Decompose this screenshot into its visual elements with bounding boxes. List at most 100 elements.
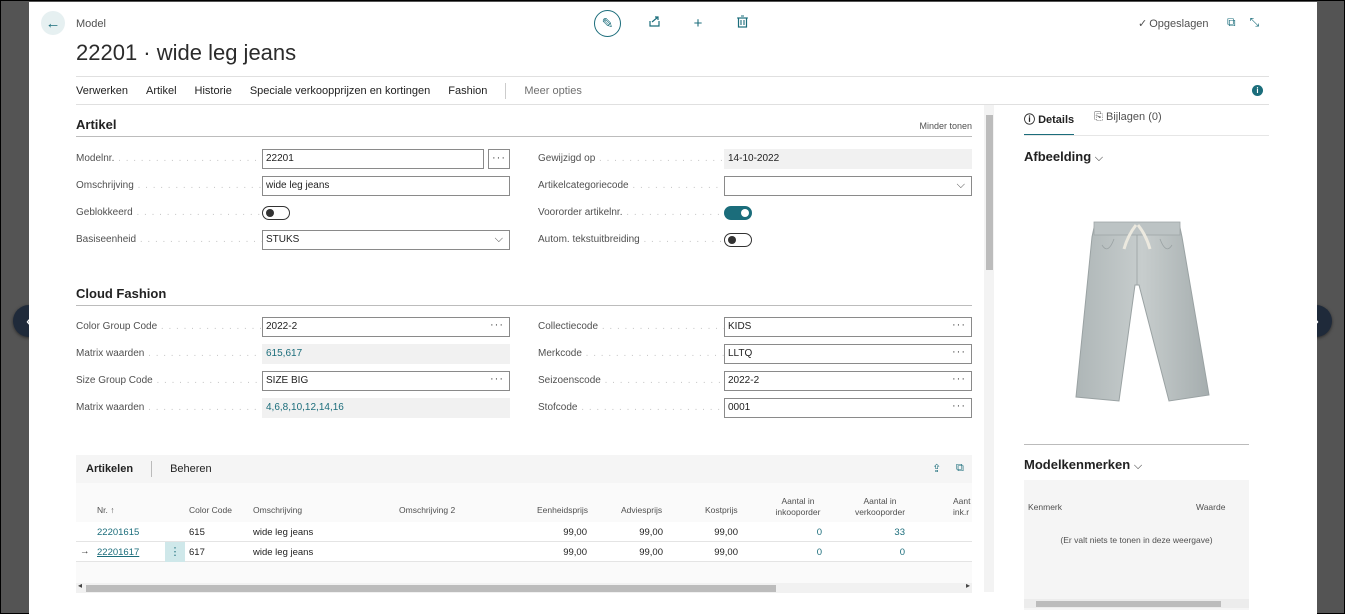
lookup-icon[interactable]: ··· [952,400,966,412]
table-row[interactable]: 22201615 615 wide leg jeans 99,00 99,00 … [76,522,972,542]
saved-label: Opgeslagen [1149,18,1209,30]
action-verwerken[interactable]: Verwerken [76,85,128,97]
lookup-icon[interactable]: ··· [952,373,966,385]
matrix1-value[interactable]: 615,617 [262,344,510,364]
open-full-icon[interactable]: ⧉ [956,462,964,475]
col-eenheidsprijs[interactable]: Eenheidsprijs [537,505,588,516]
back-button[interactable]: ← [41,11,65,35]
size-group-input[interactable]: SIZE BIG ··· [262,371,510,391]
autom-toggle[interactable] [724,233,752,247]
tab-details[interactable]: ⓘ Details [1024,111,1075,136]
artikelcategorie-label: Artikelcategoriecode [538,180,724,191]
scrollbar-thumb[interactable] [986,115,993,270]
cell-verkoop[interactable]: 33 [879,527,905,538]
scrollbar-thumb[interactable] [1036,601,1221,607]
seizoen-label: Seizoenscode [538,375,724,386]
col-aantal-inkooporder[interactable]: Aantal in inkooporder [774,496,822,518]
modelnr-input[interactable]: 22201 [262,149,484,169]
matrix2-value[interactable]: 4,6,8,10,12,14,16 [262,398,510,418]
action-speciale-prijzen[interactable]: Speciale verkoopprijzen en kortingen [250,85,430,97]
col-verkoop-line2: verkooporder [854,507,906,517]
tab-attachments[interactable]: ⎘ Bijlagen (0) [1094,111,1162,136]
cell-eenheidsprijs: 99,00 [563,527,587,538]
cell-inkoop[interactable]: 0 [796,527,822,538]
collectie-input[interactable]: KIDS ··· [724,317,972,337]
tabs-divider [1024,135,1269,136]
lookup-icon[interactable]: ··· [952,346,966,358]
col-adviesprijs[interactable]: Adviesprijs [621,505,662,516]
open-new-window-icon[interactable]: ⧉ [1227,15,1236,30]
col-aantal-ink[interactable]: Aant ink.r [953,496,972,518]
modelnr-assist-button[interactable]: ··· [488,149,510,169]
scroll-left-icon[interactable]: ◂ [78,581,82,590]
color-group-input[interactable]: 2022-2 ··· [262,317,510,337]
delete-button[interactable] [731,15,753,32]
share-button[interactable] [643,15,665,32]
col-omschrijving-2[interactable]: Omschrijving 2 [399,505,455,516]
geblokkeerd-toggle[interactable] [262,206,290,220]
cell-eenheidsprijs: 99,00 [563,547,587,558]
cell-nr[interactable]: 22201617 [97,547,139,558]
gewijzigd-label: Gewijzigd op [538,153,724,164]
stof-input[interactable]: 0001 ··· [724,398,972,418]
collapse-icon[interactable]: ⤡ [1250,15,1260,30]
collectie-label: Collectiecode [538,321,724,332]
beheren-button[interactable]: Beheren [170,463,212,475]
lookup-icon[interactable]: ··· [952,319,966,331]
col-nr[interactable]: Nr. ↑ [97,505,114,516]
field-stofcode: Stofcode 0001 ··· [538,398,973,418]
omschrijving-input[interactable]: wide leg jeans [262,176,510,196]
chevron-down-icon: ⌵ [956,179,965,191]
page-title: 22201 · wide leg jeans [76,40,297,65]
info-icon[interactable]: i [1252,85,1263,96]
cell-adviesprijs: 99,00 [639,527,663,538]
factbox-horizontal-scrollbar[interactable] [1024,599,1249,608]
artikelen-grid: Nr. ↑ Color Code Omschrijving Omschrijvi… [76,483,972,593]
field-geblokkeerd: Geblokkeerd [76,203,511,223]
cell-verkoop[interactable]: 0 [879,547,905,558]
edit-button[interactable]: ✎ [594,10,621,37]
modelkenmerken-header[interactable]: Modelkenmerken ⌵ [1024,457,1142,473]
new-button[interactable]: + [687,15,709,32]
col-kostprijs[interactable]: Kostprijs [705,505,738,516]
lookup-icon[interactable]: ··· [490,373,504,385]
lookup-icon[interactable]: ··· [490,319,504,331]
share-icon[interactable]: ⇪ [932,462,941,475]
action-artikel[interactable]: Artikel [146,85,177,97]
action-historie[interactable]: Historie [195,85,232,97]
artikelcategorie-select[interactable]: ⌵ [724,176,972,196]
cell-inkoop[interactable]: 0 [796,547,822,558]
scroll-right-icon[interactable]: ▸ [966,581,970,590]
artikelen-title[interactable]: Artikelen [86,463,133,475]
grid-horizontal-scrollbar[interactable]: ◂ ▸ [76,581,972,593]
action-more-options[interactable]: Meer opties [524,85,581,97]
col-omschrijving[interactable]: Omschrijving [253,505,302,516]
show-less-button[interactable]: Minder tonen [919,121,972,131]
cell-nr[interactable]: 22201615 [97,527,139,538]
table-row[interactable]: → 22201617 ⋮ 617 wide leg jeans 99,00 99… [76,542,972,562]
trash-icon [736,15,748,28]
factbox-divider [1024,444,1249,445]
scrollbar-thumb[interactable] [86,585,776,592]
seizoen-value: 2022-2 [728,375,760,386]
row-menu-button[interactable]: ⋮ [165,542,185,562]
seizoen-input[interactable]: 2022-2 ··· [724,371,972,391]
action-fashion[interactable]: Fashion [448,85,487,97]
main-vertical-scrollbar[interactable] [984,105,994,592]
collectie-value: KIDS [728,321,752,332]
geblokkeerd-label: Geblokkeerd [76,207,262,218]
col-aantal-verkooporder[interactable]: Aantal in verkooporder [852,496,908,518]
stof-value: 0001 [728,402,751,413]
factbox-tabs: ⓘ Details ⎘ Bijlagen (0) [1024,111,1182,136]
matrix1-label: Matrix waarden [76,348,262,359]
field-size-group: Size Group Code SIZE BIG ··· [76,371,511,391]
afbeelding-header[interactable]: Afbeelding ⌵ [1024,149,1103,165]
pencil-icon: ✎ [601,15,614,31]
field-merkcode: Merkcode LLTQ ··· [538,344,973,364]
product-image[interactable] [1024,175,1249,430]
basiseenheid-select[interactable]: STUKS ⌵ [262,230,510,250]
artikelen-subpage-header: Artikelen Beheren ⇪ ⧉ [76,455,972,483]
col-color-code[interactable]: Color Code [189,505,232,516]
merk-input[interactable]: LLTQ ··· [724,344,972,364]
voororder-toggle[interactable] [724,206,752,220]
